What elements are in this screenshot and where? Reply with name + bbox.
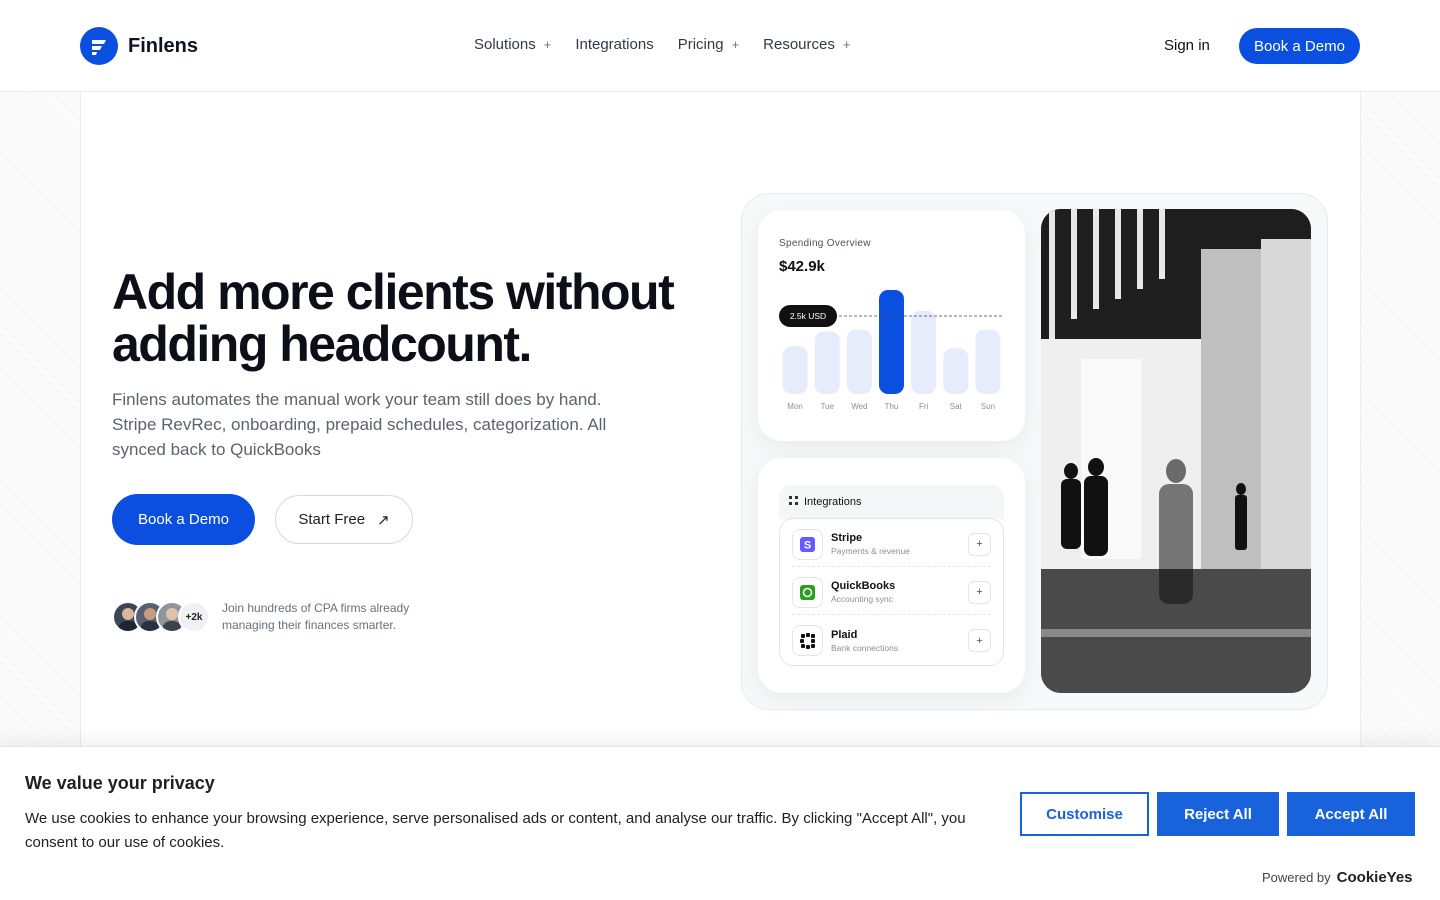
office-photo [1041, 209, 1311, 693]
integration-row-quickbooks: QuickBooks Accounting sync + [792, 570, 991, 615]
powered-by: Powered by CookieYes [1262, 869, 1413, 886]
spending-bar-chart: Mon Tue Wed Thu Fri Sat Sun 2.5k USD [779, 290, 1004, 411]
integration-row-plaid: Plaid Bank connections + [792, 618, 991, 663]
chart-bar [879, 290, 904, 394]
integration-row-stripe: S Stripe Payments & revenue + [792, 522, 991, 567]
chart-tick-label: Fri [919, 402, 929, 411]
cookie-banner: We value your privacy We use cookies to … [0, 746, 1440, 900]
plus-icon: + [731, 37, 740, 52]
plus-icon: + [543, 37, 552, 52]
chart-bar [814, 331, 840, 394]
add-stripe-button[interactable]: + [968, 532, 991, 556]
plaid-icon [792, 625, 823, 656]
cookie-text: We use cookies to enhance your browsing … [25, 810, 966, 851]
nav-label: Pricing [677, 36, 724, 53]
quickbooks-icon [792, 576, 823, 608]
integration-name: Stripe [831, 532, 863, 544]
reject-all-button[interactable]: Reject All [1157, 792, 1279, 836]
cookie-title: We value your privacy [25, 773, 215, 793]
chart-bar [911, 310, 937, 394]
site-header: Finlens Solutions + Integrations Pricing… [0, 0, 1440, 92]
avatar-count-badge: +2k [178, 601, 210, 633]
brand-name: Finlens [128, 34, 199, 57]
integration-desc: Payments & revenue [831, 546, 910, 556]
integrations-list: S Stripe Payments & revenue + QuickBooks… [779, 518, 1004, 666]
accept-all-button[interactable]: Accept All [1287, 792, 1415, 836]
integration-desc: Bank connections [831, 642, 899, 653]
nav-label: Integrations [575, 36, 654, 53]
nav-label: Resources [763, 36, 835, 53]
social-proof-text: Join hundreds of CPA firms already manag… [222, 601, 410, 632]
header-book-demo-button[interactable]: Book a Demo [1239, 28, 1360, 64]
sign-in-link[interactable]: Sign in [1164, 37, 1210, 54]
chart-tick-label: Sat [950, 402, 963, 411]
cookieyes-logo[interactable]: CookieYes [1337, 869, 1413, 886]
integrations-header: Integrations [779, 485, 1004, 519]
arrow-up-right-icon: ↗ [377, 511, 390, 529]
chart-tick-label: Wed [851, 402, 867, 411]
hero-title: Add more clients without adding headcoun… [112, 264, 675, 372]
chart-tick-label: Thu [885, 402, 899, 411]
spending-overview-card: Spending Overview $42.9k Mon Tue Wed Thu Fri… [758, 210, 1025, 441]
nav-item-pricing[interactable]: Pricing + [678, 36, 739, 53]
integrations-title: Integrations [804, 496, 862, 508]
integration-name: Plaid [831, 628, 858, 641]
powered-by-label: Powered by [1262, 870, 1331, 885]
start-free-button[interactable]: Start Free ↗ [275, 495, 413, 544]
customise-button[interactable]: Customise [1020, 792, 1149, 836]
chart-tooltip-label: 2.5k USD [790, 311, 826, 321]
start-free-label: Start Free [298, 511, 366, 528]
nav-item-solutions[interactable]: Solutions + [474, 36, 551, 53]
chart-tick-label: Mon [787, 402, 803, 411]
plus-icon: + [842, 37, 851, 52]
hero-book-demo-button[interactable]: Book a Demo [112, 494, 255, 545]
logo[interactable]: Finlens [80, 27, 198, 65]
nav-item-integrations[interactable]: Integrations [575, 36, 653, 53]
grid-icon [789, 496, 798, 508]
chart-bar [975, 329, 1001, 394]
stripe-icon: S [792, 528, 823, 560]
chart-tick-label: Sun [981, 402, 995, 411]
hero-subtitle: Finlens automates the manual work your t… [112, 390, 607, 459]
add-plaid-button[interactable]: + [968, 629, 991, 652]
avatar-group: +2k [112, 601, 210, 633]
nav-item-resources[interactable]: Resources + [763, 36, 850, 53]
chart-tick-label: Tue [820, 402, 834, 411]
chart-bar [782, 346, 808, 394]
main-nav: Solutions + Integrations Pricing + Resou… [474, 36, 850, 53]
finlens-logo-icon [80, 27, 118, 65]
integration-desc: Accounting sync [831, 594, 893, 604]
chart-bar [943, 348, 969, 394]
add-quickbooks-button[interactable]: + [968, 580, 991, 604]
chart-bar [846, 329, 872, 394]
svg-text:S: S [804, 539, 811, 551]
integrations-card: Integrations S Stripe Payments & revenue… [758, 458, 1025, 693]
integration-name: QuickBooks [831, 580, 896, 592]
nav-label: Solutions [474, 36, 536, 53]
